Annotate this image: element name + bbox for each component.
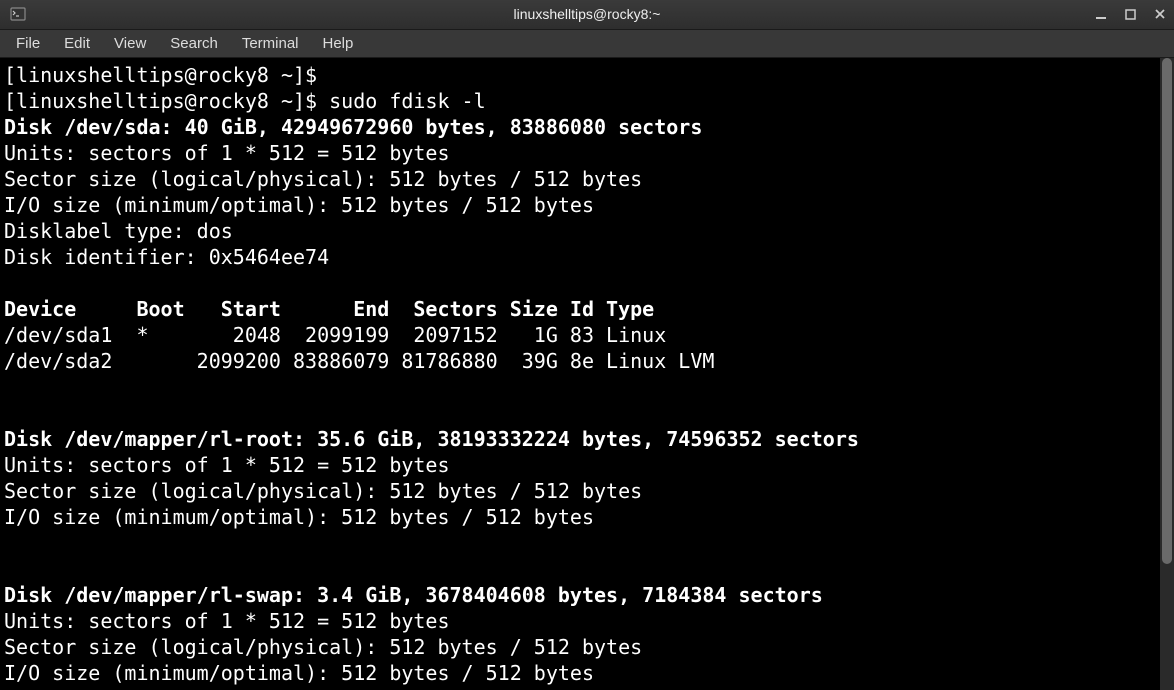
menubar: File Edit View Search Terminal Help — [0, 30, 1174, 58]
menu-edit[interactable]: Edit — [52, 31, 102, 56]
disk3-units: Units: sectors of 1 * 512 = 512 bytes — [4, 609, 450, 633]
disk1-sector: Sector size (logical/physical): 512 byte… — [4, 167, 642, 191]
partition-table-header: Device Boot Start End Sectors Size Id Ty… — [4, 297, 654, 321]
window-controls — [1095, 8, 1166, 20]
disk2-io: I/O size (minimum/optimal): 512 bytes / … — [4, 505, 594, 529]
disk2-units: Units: sectors of 1 * 512 = 512 bytes — [4, 453, 450, 477]
menu-search[interactable]: Search — [158, 31, 230, 56]
scrollbar-thumb[interactable] — [1162, 58, 1172, 564]
disk1-id: Disk identifier: 0x5464ee74 — [4, 245, 329, 269]
disk3-header: Disk /dev/mapper/rl-swap: 3.4 GiB, 36784… — [4, 583, 823, 607]
terminal-output[interactable]: [linuxshelltips@rocky8 ~]$ [linuxshellti… — [0, 58, 1160, 690]
menu-terminal[interactable]: Terminal — [230, 31, 311, 56]
menu-file[interactable]: File — [4, 31, 52, 56]
close-button[interactable] — [1154, 8, 1166, 20]
scrollbar[interactable] — [1160, 58, 1174, 690]
disk1-header: Disk /dev/sda: 40 GiB, 42949672960 bytes… — [4, 115, 702, 139]
minimize-button[interactable] — [1095, 8, 1107, 20]
menu-view[interactable]: View — [102, 31, 158, 56]
partition-row-2: /dev/sda2 2099200 83886079 81786880 39G … — [4, 349, 714, 373]
prompt-line-1: [linuxshelltips@rocky8 ~]$ — [4, 63, 329, 87]
prompt-line-2: [linuxshelltips@rocky8 ~]$ — [4, 89, 329, 113]
window-title: linuxshelltips@rocky8:~ — [514, 6, 661, 22]
partition-row-1: /dev/sda1 * 2048 2099199 2097152 1G 83 L… — [4, 323, 666, 347]
disk2-sector: Sector size (logical/physical): 512 byte… — [4, 479, 642, 503]
disk2-header: Disk /dev/mapper/rl-root: 35.6 GiB, 3819… — [4, 427, 859, 451]
titlebar: linuxshelltips@rocky8:~ — [0, 0, 1174, 30]
disk3-sector: Sector size (logical/physical): 512 byte… — [4, 635, 642, 659]
maximize-button[interactable] — [1125, 9, 1136, 20]
menu-help[interactable]: Help — [311, 31, 366, 56]
disk3-io: I/O size (minimum/optimal): 512 bytes / … — [4, 661, 594, 685]
disk1-units: Units: sectors of 1 * 512 = 512 bytes — [4, 141, 450, 165]
terminal-app-icon — [8, 4, 28, 24]
command-text: sudo fdisk -l — [329, 89, 486, 113]
disk1-io: I/O size (minimum/optimal): 512 bytes / … — [4, 193, 594, 217]
terminal-area[interactable]: [linuxshelltips@rocky8 ~]$ [linuxshellti… — [0, 58, 1174, 690]
disk1-label: Disklabel type: dos — [4, 219, 233, 243]
terminal-window: linuxshelltips@rocky8:~ File Edit View S… — [0, 0, 1174, 690]
